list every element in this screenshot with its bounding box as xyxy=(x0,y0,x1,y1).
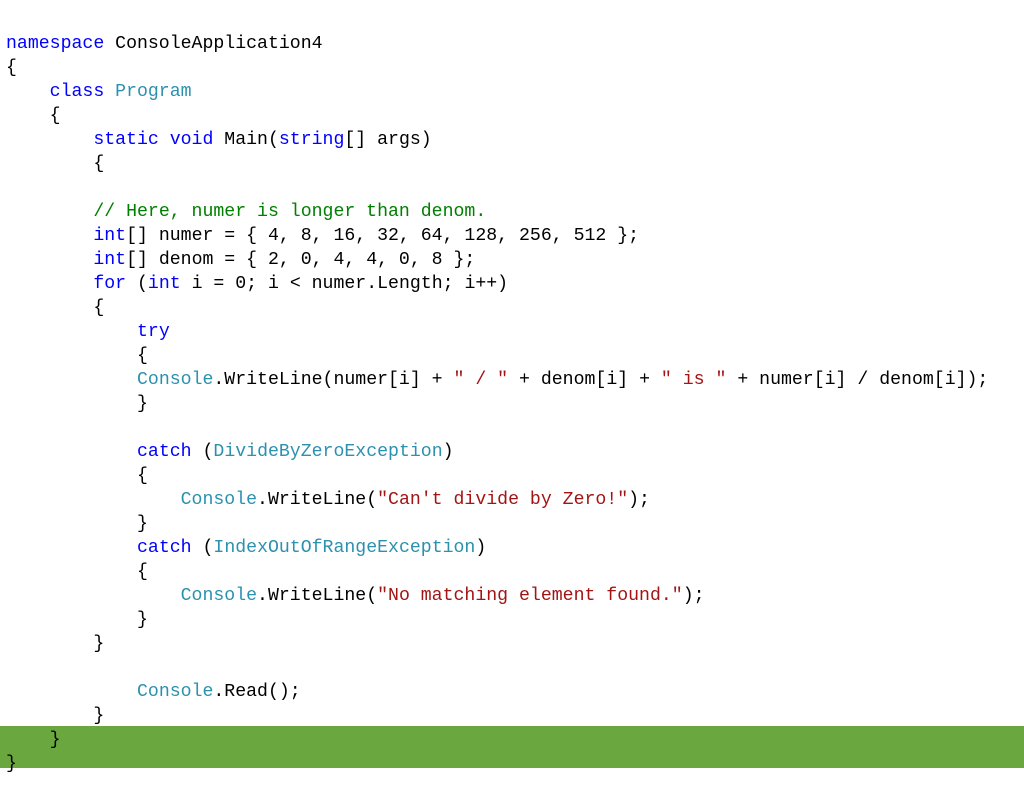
keyword-string: string xyxy=(279,130,345,150)
array-decl: [] numer = { 4, 8, 16, 32, 64, 128, 256,… xyxy=(126,226,639,246)
brace: } xyxy=(6,610,148,630)
keyword-for: for xyxy=(93,274,126,294)
indent xyxy=(6,226,93,246)
brace: } xyxy=(6,394,148,414)
indent xyxy=(6,442,137,462)
indent xyxy=(6,322,137,342)
call: .WriteLine(numer[i] + xyxy=(213,370,453,390)
paren: ) xyxy=(443,442,454,462)
brace: { xyxy=(6,58,17,78)
brace: } xyxy=(6,514,148,534)
indent xyxy=(6,370,137,390)
keyword-int: int xyxy=(93,226,126,246)
indent xyxy=(6,250,93,270)
brace: { xyxy=(6,346,148,366)
concat: + denom[i] + xyxy=(508,370,661,390)
call: .WriteLine( xyxy=(257,490,377,510)
indent xyxy=(6,586,181,606)
keyword-static: static xyxy=(6,130,159,150)
brace: } xyxy=(6,754,17,774)
keyword-namespace: namespace xyxy=(6,34,104,54)
comment: // Here, numer is longer than denom. xyxy=(93,202,486,222)
paren: ( xyxy=(192,442,214,462)
brace: { xyxy=(6,562,148,582)
brace: { xyxy=(6,298,104,318)
indent xyxy=(6,274,93,294)
type-console: Console xyxy=(181,490,257,510)
expr: + numer[i] / denom[i]); xyxy=(726,370,988,390)
string-literal: "Can't divide by Zero!" xyxy=(377,490,628,510)
semi: ); xyxy=(683,586,705,606)
string-literal: "No matching element found." xyxy=(377,586,683,606)
indent xyxy=(6,490,181,510)
type-console: Console xyxy=(181,586,257,606)
call: .Read(); xyxy=(213,682,300,702)
param: [] args) xyxy=(344,130,431,150)
keyword-void: void xyxy=(159,130,214,150)
brace: } xyxy=(6,730,61,750)
brace: } xyxy=(6,706,104,726)
type-console: Console xyxy=(137,370,213,390)
keyword-int: int xyxy=(93,250,126,270)
type-console: Console xyxy=(137,682,213,702)
keyword-catch: catch xyxy=(137,538,192,558)
for-body: i = 0; i < numer.Length; i++) xyxy=(181,274,508,294)
semi: ); xyxy=(628,490,650,510)
type-indexoutofrange: IndexOutOfRangeException xyxy=(213,538,475,558)
type-dividebyzero: DivideByZeroException xyxy=(213,442,442,462)
brace: { xyxy=(6,106,61,126)
string-literal: " is " xyxy=(661,370,727,390)
identifier: ConsoleApplication4 xyxy=(104,34,322,54)
keyword-catch: catch xyxy=(137,442,192,462)
keyword-try: try xyxy=(137,322,170,342)
keyword-int: int xyxy=(148,274,181,294)
array-decl: [] denom = { 2, 0, 4, 4, 0, 8 }; xyxy=(126,250,475,270)
paren: ( xyxy=(126,274,148,294)
string-literal: " / " xyxy=(454,370,509,390)
call: .WriteLine( xyxy=(257,586,377,606)
indent xyxy=(6,682,137,702)
brace: { xyxy=(6,466,148,486)
paren: ( xyxy=(192,538,214,558)
code-block: namespace ConsoleApplication4 { class Pr… xyxy=(0,0,1024,785)
keyword-class: class xyxy=(6,82,104,102)
indent xyxy=(6,202,93,222)
brace: { xyxy=(6,154,104,174)
type-program: Program xyxy=(104,82,191,102)
method-name: Main( xyxy=(213,130,279,150)
indent xyxy=(6,538,137,558)
paren: ) xyxy=(475,538,486,558)
brace: } xyxy=(6,634,104,654)
